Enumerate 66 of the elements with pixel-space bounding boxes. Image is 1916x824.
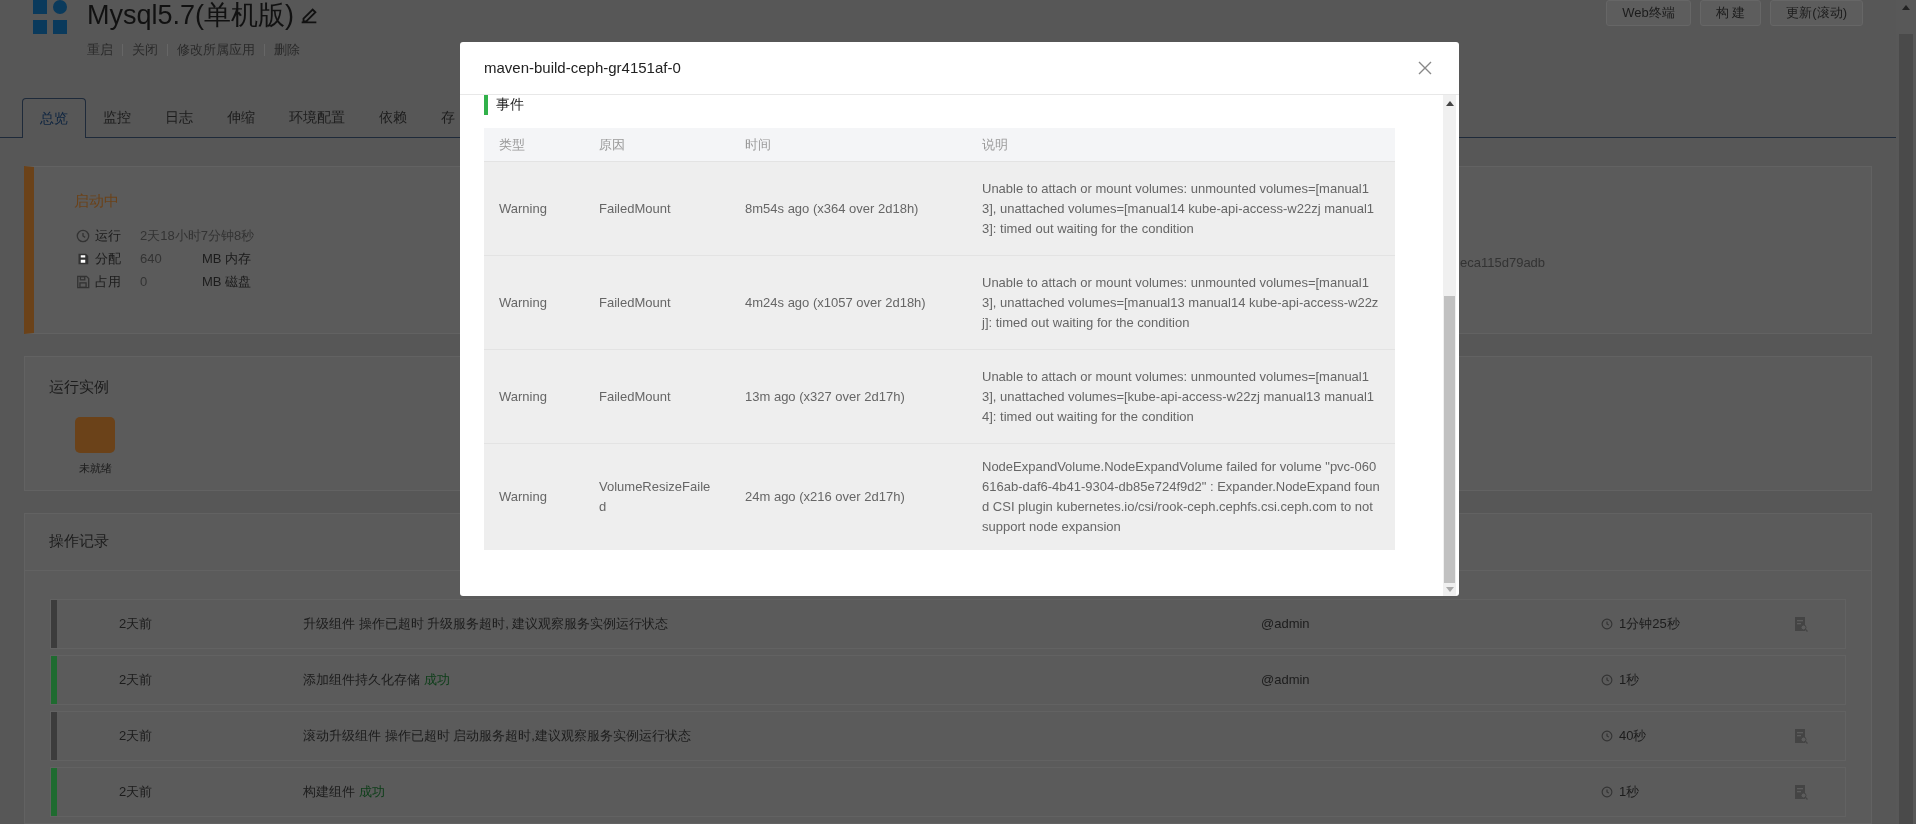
table-cell-text: Warning (498, 387, 548, 406)
instance-block[interactable] (75, 416, 115, 453)
section-heading: 事件 (496, 97, 524, 111)
operation-duration: 1秒 (1619, 782, 1640, 801)
operation-duration: 1秒 (1619, 670, 1640, 689)
clock-icon (1601, 617, 1613, 630)
dialog-title: maven-build-ceph-gr4151af-0 (484, 57, 681, 78)
tab[interactable]: 存 (424, 97, 472, 137)
tab[interactable]: 监控 (86, 97, 148, 137)
table-cell-text: VolumeResizeFailed (598, 478, 712, 516)
info-unit: MB 磁盘 (202, 273, 252, 292)
operation-user: @admin (1261, 615, 1310, 631)
header-button[interactable]: 更新(滚动) (1770, 0, 1863, 26)
table-cell-text: FailedMount (598, 199, 672, 218)
document-search-icon[interactable] (1794, 783, 1808, 800)
table-cell-text: 13m ago (x327 over 2d17h) (744, 387, 906, 406)
table-cell-text: Warning (498, 199, 548, 218)
operation-time: 2天前 (119, 614, 154, 633)
header-button[interactable]: 构 建 (1699, 0, 1762, 26)
column-header: 类型 (498, 135, 526, 154)
document-search-icon[interactable] (1794, 615, 1808, 632)
operation-duration: 1分钟25秒 (1619, 614, 1680, 633)
save-icon (76, 275, 90, 289)
operation-duration: 40秒 (1619, 726, 1647, 745)
table-cell-text: FailedMount (598, 293, 672, 312)
section-title: 运行实例 (49, 377, 109, 395)
operation-user: @admin (1261, 671, 1310, 687)
table-cell-text: Unable to attach or mount volumes: unmounted volumes=[manual13], unattached volumes=[manual14 kube-api-access-w22zj manual13]: timed out waiting for the condition (981, 179, 1376, 238)
clock-icon (76, 229, 90, 243)
clock-icon (1601, 673, 1613, 686)
operation-time: 2天前 (119, 726, 154, 745)
tab[interactable]: 依赖 (362, 97, 424, 137)
scroll-up-icon[interactable] (1445, 101, 1454, 106)
column-header: 说明 (981, 135, 1009, 154)
table-cell-text: Warning (498, 293, 548, 312)
operation-description: 添加组件持久化存储 成功 (303, 670, 451, 689)
info-label: 分配 (95, 250, 122, 269)
table-cell-text: FailedMount (598, 387, 672, 406)
table-cell-text: 4m24s ago (x1057 over 2d18h) (744, 293, 927, 312)
table-cell-text: Unable to attach or mount volumes: unmounted volumes=[manual13], unattached volumes=[manual13 manual14 kube-api-access-w22zj]: timed out waiting for the condition (980, 273, 1380, 332)
clock-icon (1601, 729, 1613, 742)
operation-time: 2天前 (119, 782, 154, 801)
document-search-icon[interactable] (1794, 727, 1808, 744)
info-label: 占用 (95, 273, 122, 292)
app-logo-icon (33, 0, 69, 36)
column-header: 时间 (744, 135, 772, 154)
table-cell-text: NodeExpandVolume.NodeExpandVolume failed for volume "pvc-060616ab-daf6-4b41-9304-db85e724f9d2" : Expander.NodeExpand found CSI plugin kubernetes.io/csi/rook-ceph.cephfs.csi.ceph.com to not support node expansion (981, 458, 1381, 536)
table-cell-text: Warning (498, 488, 548, 506)
operation-description: 构建组件 成功 (303, 782, 386, 801)
tab[interactable]: 伸缩 (210, 97, 272, 137)
clock-icon (1601, 785, 1613, 798)
app-title: Mysql5.7(单机版) (87, 0, 295, 30)
status-label: 启动中 (74, 191, 119, 209)
operation-time: 2天前 (119, 670, 154, 689)
table-cell-text: 24m ago (x216 over 2d17h) (744, 488, 906, 506)
column-header: 原因 (598, 135, 626, 154)
info-label: 运行 (95, 227, 122, 246)
scroll-down-icon[interactable] (1445, 587, 1454, 592)
table-cell-text: 8m54s ago (x364 over 2d18h) (744, 199, 920, 218)
section-title: 操作记录 (49, 531, 109, 552)
tab[interactable]: 总览 (22, 97, 86, 138)
save-icon (77, 253, 89, 265)
info-unit: MB 内存 (202, 250, 252, 269)
dialog-scrollbar[interactable] (1443, 95, 1456, 596)
table-cell-text: Unable to attach or mount volumes: unmounted volumes=[manual13], unattached volumes=[kube-api-access-w22zj manual13 manual14]: timed out waiting for the condition (981, 367, 1376, 426)
header-button[interactable]: Web终端 (1606, 0, 1691, 26)
